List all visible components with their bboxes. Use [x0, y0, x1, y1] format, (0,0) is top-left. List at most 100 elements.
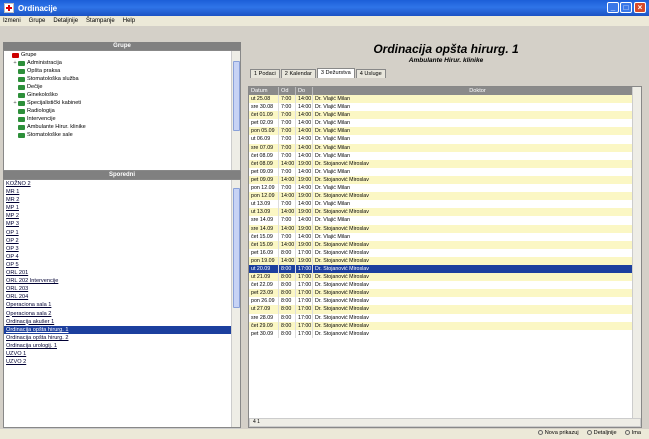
table-row[interactable]: sre 14.09 14:00 19:00 Dr. Stojanović Mirosl…	[249, 224, 641, 233]
table-row[interactable]: pon 26.09 8:00 17:00 Dr. Stojanović Mirosla…	[249, 297, 641, 306]
tab-dezurstva[interactable]: 3 Dežurstva	[316, 68, 355, 78]
table-row[interactable]: ut 20.09 8:00 17:00 Dr. Stojanović Miroslav	[249, 264, 641, 274]
table-row[interactable]: pet 09.09 7:00 14:00 Dr. Vlajić Milan	[249, 167, 641, 176]
list-item[interactable]: Ordinacija opšta hirurg. 2	[4, 334, 240, 342]
list-item[interactable]: UZVO 2	[4, 358, 240, 366]
table-row[interactable]: pon 19.09 14:00 19:00 Dr. Stojanović Mirosl…	[249, 256, 641, 265]
menu-detaljnije[interactable]: Detaljnije	[53, 18, 78, 24]
tree-node[interactable]: Ambulante Hirur. klinike	[4, 123, 240, 131]
list-item[interactable]: MP 1	[4, 204, 240, 212]
tab-kalendar[interactable]: 2 Kalendar	[280, 69, 316, 78]
table-row[interactable]: ut 13.09 7:00 14:00 Dr. Vlajić Milan	[249, 200, 641, 209]
minimize-button[interactable]: _	[607, 2, 619, 13]
table-row[interactable]: čet 15.09 7:00 14:00 Dr. Vlajić Milan	[249, 232, 641, 241]
table-cell: 19:00	[298, 224, 313, 233]
table-cell: 14:00	[298, 167, 313, 176]
table-cell: sre 07.09	[249, 143, 279, 152]
tree-node[interactable]: Intervencije	[4, 115, 240, 123]
table-row[interactable]: pet 16.09 8:00 17:00 Dr. Stojanović Mirosla…	[249, 248, 641, 257]
table-row[interactable]: ut 25.08 7:00 14:00 Dr. Vlajić Milan	[249, 95, 641, 104]
table-cell: Dr. Stojanović Miroslav	[315, 265, 369, 272]
tab-usluge[interactable]: 4 Usluge	[355, 69, 386, 78]
list-item[interactable]: Ordinacija akušer 1	[4, 318, 240, 326]
table-row[interactable]: pet 23.09 8:00 17:00 Dr. Stojanović Mirosla…	[249, 289, 641, 298]
grid-horizontal-scrollbar[interactable]: 4 1	[249, 418, 641, 427]
list-item[interactable]: MR 1	[4, 188, 240, 196]
tab-podaci[interactable]: 1 Podaci	[250, 69, 280, 78]
table-cell: 7:00	[279, 232, 296, 241]
table-row[interactable]: sre 30.08 7:00 14:00 Dr. Vlajić Milan	[249, 103, 641, 112]
menu-stampanje[interactable]: Štampanje	[86, 18, 115, 24]
col-od[interactable]: Od	[279, 87, 296, 95]
tree-node[interactable]: Dečije	[4, 83, 240, 91]
tree-node-label: Opšta praksa	[27, 68, 61, 74]
list-item[interactable]: MP 2	[4, 212, 240, 220]
group-icon	[18, 132, 25, 138]
table-cell: 8:00	[279, 281, 296, 290]
menu-help[interactable]: Help	[123, 18, 135, 24]
group-tree: Grupe + Administracija Opšta praksa Stomatol…	[3, 50, 241, 171]
tree-node[interactable]: Stomatološke sale	[4, 131, 240, 139]
maximize-button[interactable]: □	[620, 2, 632, 13]
tree-node[interactable]: Radiologija	[4, 107, 240, 115]
list-item[interactable]: ORL 204	[4, 293, 240, 301]
list-item[interactable]: OP 1	[4, 229, 240, 237]
table-row[interactable]: ut 13.09 14:00 19:00 Dr. Stojanović Mirosla…	[249, 208, 641, 217]
table-row[interactable]: pet 02.09 7:00 14:00 Dr. Vlajić Milan	[249, 119, 641, 128]
col-datum[interactable]: Datum	[249, 87, 279, 95]
list-item[interactable]: Operaciona sala 2	[4, 310, 240, 318]
list-item[interactable]: OP 2	[4, 237, 240, 245]
table-cell: 7:00	[279, 95, 296, 104]
table-row[interactable]: pet 30.09 8:00 17:00 Dr. Stojanović Mirosla…	[249, 329, 641, 338]
list-item[interactable]: Ordinacija urologij. 1	[4, 342, 240, 350]
close-button[interactable]: ×	[634, 2, 646, 13]
table-row[interactable]: sre 28.09 8:00 17:00 Dr. Stojanović Mirosla…	[249, 313, 641, 322]
list-scrollbar[interactable]	[231, 180, 240, 427]
table-row[interactable]: sre 14.09 7:00 14:00 Dr. Vlajić Milan	[249, 216, 641, 225]
list-item[interactable]: MR 2	[4, 196, 240, 204]
tree-node[interactable]: Ginekološko	[4, 91, 240, 99]
list-item[interactable]: Operaciona sala 1	[4, 301, 240, 309]
table-row[interactable]: čet 29.09 8:00 17:00 Dr. Stojanović Mirosla…	[249, 321, 641, 330]
grid-scrollbar[interactable]	[632, 87, 641, 427]
table-row[interactable]: pon 05.09 7:00 14:00 Dr. Vlajić Milan	[249, 127, 641, 136]
list-item[interactable]: OP 3	[4, 245, 240, 253]
tree-node[interactable]: + Administracija	[4, 59, 240, 67]
list-item[interactable]: OP 4	[4, 253, 240, 261]
table-cell: Dr. Stojanović Miroslav	[315, 257, 369, 264]
col-doktor[interactable]: Doktor	[313, 87, 641, 95]
list-item[interactable]: KOŽNO 2	[4, 180, 240, 188]
menu-izmeni[interactable]: Izmeni	[3, 18, 21, 24]
table-row[interactable]: čet 01.09 7:00 14:00 Dr. Vlajić Milan	[249, 111, 641, 120]
col-do[interactable]: Do	[296, 87, 313, 95]
list-item[interactable]: Ordinacija opšta hirurg. 1	[4, 325, 240, 334]
list-item[interactable]: MP 3	[4, 220, 240, 228]
list-item[interactable]: UZVO 1	[4, 350, 240, 358]
menu-grupe[interactable]: Grupe	[29, 18, 46, 24]
group-icon	[18, 68, 25, 74]
list-item[interactable]: OP 5	[4, 261, 240, 269]
status-option-3[interactable]: Ima	[624, 430, 641, 436]
list-item[interactable]: ORL 202 Intervencije	[4, 277, 240, 285]
table-row[interactable]: pon 12.09 7:00 14:00 Dr. Vlajić Milan	[249, 184, 641, 193]
tree-node[interactable]: + Specijalistički kabineti	[4, 99, 240, 107]
table-row[interactable]: ut 21.09 8:00 17:00 Dr. Stojanović Miroslav	[249, 273, 641, 282]
list-item[interactable]: ORL 203	[4, 285, 240, 293]
table-row[interactable]: pon 12.09 14:00 19:00 Dr. Stojanović Mirosl…	[249, 192, 641, 201]
tree-node[interactable]: Stomatološka služba	[4, 75, 240, 83]
table-row[interactable]: čet 08.09 14:00 19:00 Dr. Stojanović Mirosl…	[249, 159, 641, 168]
table-row[interactable]: čet 15.09 14:00 19:00 Dr. Stojanović Mirosl…	[249, 240, 641, 249]
table-cell: čet 15.09	[249, 240, 279, 249]
table-row[interactable]: sre 07.09 7:00 14:00 Dr. Vlajić Milan	[249, 143, 641, 152]
status-option-2[interactable]: Detaljnije	[586, 430, 617, 436]
table-row[interactable]: pet 09.09 14:00 19:00 Dr. Stojanović Mirosl…	[249, 175, 641, 185]
tree-scrollbar[interactable]	[231, 51, 240, 170]
tree-node[interactable]: Grupe	[4, 51, 240, 59]
table-row[interactable]: ut 06.09 7:00 14:00 Dr. Vlajić Milan	[249, 135, 641, 144]
table-row[interactable]: čet 08.09 7:00 14:00 Dr. Vlajić Milan	[249, 151, 641, 160]
list-item[interactable]: ORL 201	[4, 269, 240, 277]
status-option-1[interactable]: Nova prikazuj	[537, 430, 579, 436]
table-row[interactable]: ut 27.09 8:00 17:00 Dr. Stojanović Miroslav	[249, 305, 641, 314]
tree-node[interactable]: Opšta praksa	[4, 67, 240, 75]
table-row[interactable]: čet 22.09 8:00 17:00 Dr. Stojanović Mirosla…	[249, 281, 641, 290]
